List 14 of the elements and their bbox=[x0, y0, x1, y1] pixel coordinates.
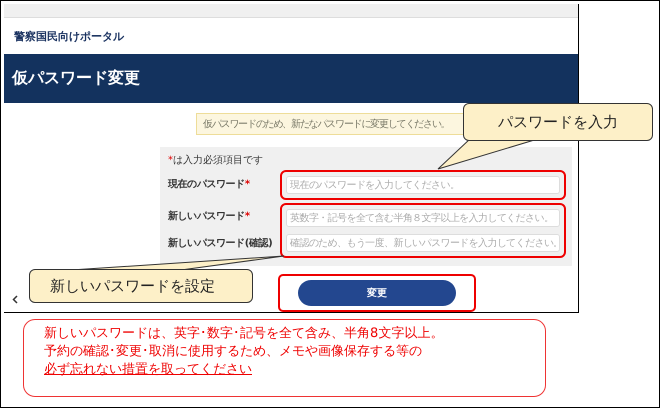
note-text: 予約の確認･変更･取消に使用するため、メモや画像保存する等の bbox=[44, 343, 423, 361]
portal-name: 警察国民向けポータル bbox=[14, 28, 124, 44]
chevron-left-icon[interactable] bbox=[12, 294, 18, 304]
password-field[interactable]: 現在のパスワードを入力してください。 bbox=[286, 176, 560, 194]
required-note: *は入力必須項目です bbox=[168, 154, 264, 167]
change-button[interactable]: 変更 bbox=[298, 280, 456, 306]
note-text: 新しいパスワードは、英字･数字･記号を全て含み、半角8文字以上。 bbox=[44, 325, 444, 343]
field-label: 新しいパスワード* bbox=[168, 209, 251, 224]
password-field[interactable]: 確認のため、もう一度、新しいパスワードを入力してください。 bbox=[286, 234, 560, 252]
note-text: 必ず忘れない措置を取ってください bbox=[44, 361, 253, 379]
page-title: 仮パスワード変更 bbox=[12, 68, 140, 90]
field-label: 新しいパスワード(確認) bbox=[168, 236, 274, 251]
password-field[interactable]: 英数字・記号を全て含む半角８文字以上を入力してください。 bbox=[286, 209, 560, 227]
field-label: 現在のパスワード* bbox=[168, 178, 251, 192]
